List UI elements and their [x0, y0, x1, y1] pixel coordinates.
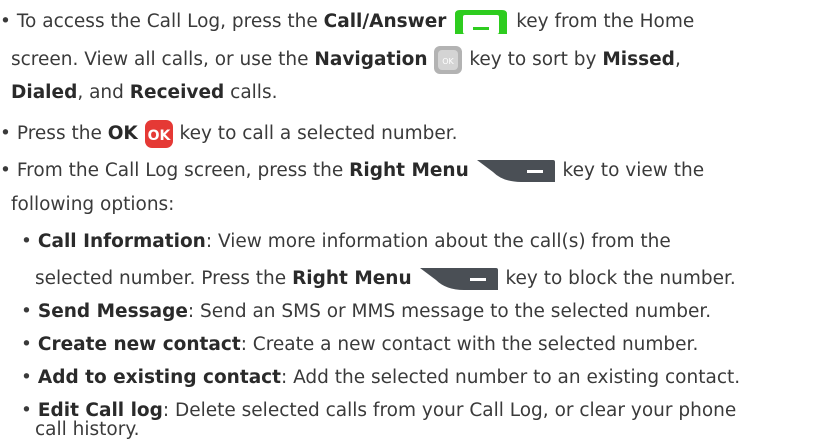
text: Press the — [16, 123, 108, 144]
navigation-label: Navigation — [314, 49, 428, 70]
bullet-dot: • — [0, 160, 11, 181]
bullet-dot: • — [0, 11, 11, 32]
text: key from the Home — [516, 11, 695, 32]
text: : Add the selected number to an existing… — [280, 367, 741, 388]
text: : Send an SMS or MMS message to the sele… — [187, 301, 712, 322]
sub-send-message: • Send Message: Send an SMS or MMS messa… — [21, 301, 711, 323]
sub-call-information-line-1: • Call Information: View more informatio… — [21, 231, 671, 253]
right-menu-label: Right Menu — [349, 160, 469, 181]
ok-label: OK — [107, 123, 138, 144]
bullet-dot: • — [21, 231, 32, 252]
bullet-call-log-line-3: Dialed, and Received calls. — [11, 82, 277, 104]
call-answer-key-icon — [452, 8, 510, 36]
right-menu-label: Right Menu — [292, 268, 412, 289]
navigation-key-glyph: OK — [443, 57, 455, 66]
add-to-existing-contact-label: Add to existing contact — [37, 367, 281, 388]
text: : Delete selected calls from your Call L… — [162, 400, 737, 421]
call-answer-label: Call/Answer — [323, 11, 447, 32]
received-label: Received — [129, 82, 225, 103]
text: call history. — [35, 419, 140, 440]
navigation-key-icon: OK — [433, 45, 463, 75]
text: key to block the number. — [505, 268, 736, 289]
ok-key-icon: OK — [144, 119, 174, 149]
call-information-label: Call Information — [37, 231, 206, 252]
right-menu-key-icon — [475, 158, 557, 184]
bullet-right-menu-line-2: following options: — [11, 194, 174, 216]
sub-add-to-existing-contact: • Add to existing contact: Add the selec… — [21, 367, 740, 389]
text: calls. — [224, 82, 278, 103]
bullet-dot: • — [21, 334, 32, 355]
dialed-label: Dialed — [11, 82, 78, 103]
create-new-contact-label: Create new contact — [37, 334, 241, 355]
text: To access the Call Log, press the — [16, 11, 324, 32]
missed-label: Missed — [602, 49, 675, 70]
text: screen. View all calls, or use the — [11, 49, 315, 70]
text: : View more information about the call(s… — [205, 231, 671, 252]
text: following options: — [11, 194, 175, 215]
bullet-dot: • — [21, 301, 32, 322]
bullet-call-log-line-1: • To access the Call Log, press the Call… — [0, 8, 694, 36]
text: selected number. Press the — [35, 268, 293, 289]
text: : Create a new contact with the selected… — [240, 334, 699, 355]
sub-create-new-contact: • Create new contact: Create a new conta… — [21, 334, 698, 356]
text: key to sort by — [469, 49, 603, 70]
bullet-dot: • — [21, 400, 32, 421]
bullet-ok-key: • Press the OK OK key to call a selected… — [0, 119, 458, 149]
ok-key-glyph: OK — [147, 128, 171, 144]
text: key to view the — [562, 160, 705, 181]
sub-call-information-line-2: selected number. Press the Right Menu ke… — [35, 266, 736, 292]
send-message-label: Send Message — [37, 301, 188, 322]
bullet-right-menu-line-1: • From the Call Log screen, press the Ri… — [0, 158, 704, 184]
text: key to call a selected number. — [179, 123, 458, 144]
edit-call-log-label: Edit Call log — [37, 400, 163, 421]
bullet-dot: • — [21, 367, 32, 388]
bullet-dot: • — [0, 123, 11, 144]
right-menu-key-icon — [418, 266, 500, 292]
text: From the Call Log screen, press the — [16, 160, 350, 181]
text: , and — [77, 82, 130, 103]
text: , — [674, 49, 681, 70]
bullet-call-log-line-2: screen. View all calls, or use the Navig… — [11, 45, 681, 75]
